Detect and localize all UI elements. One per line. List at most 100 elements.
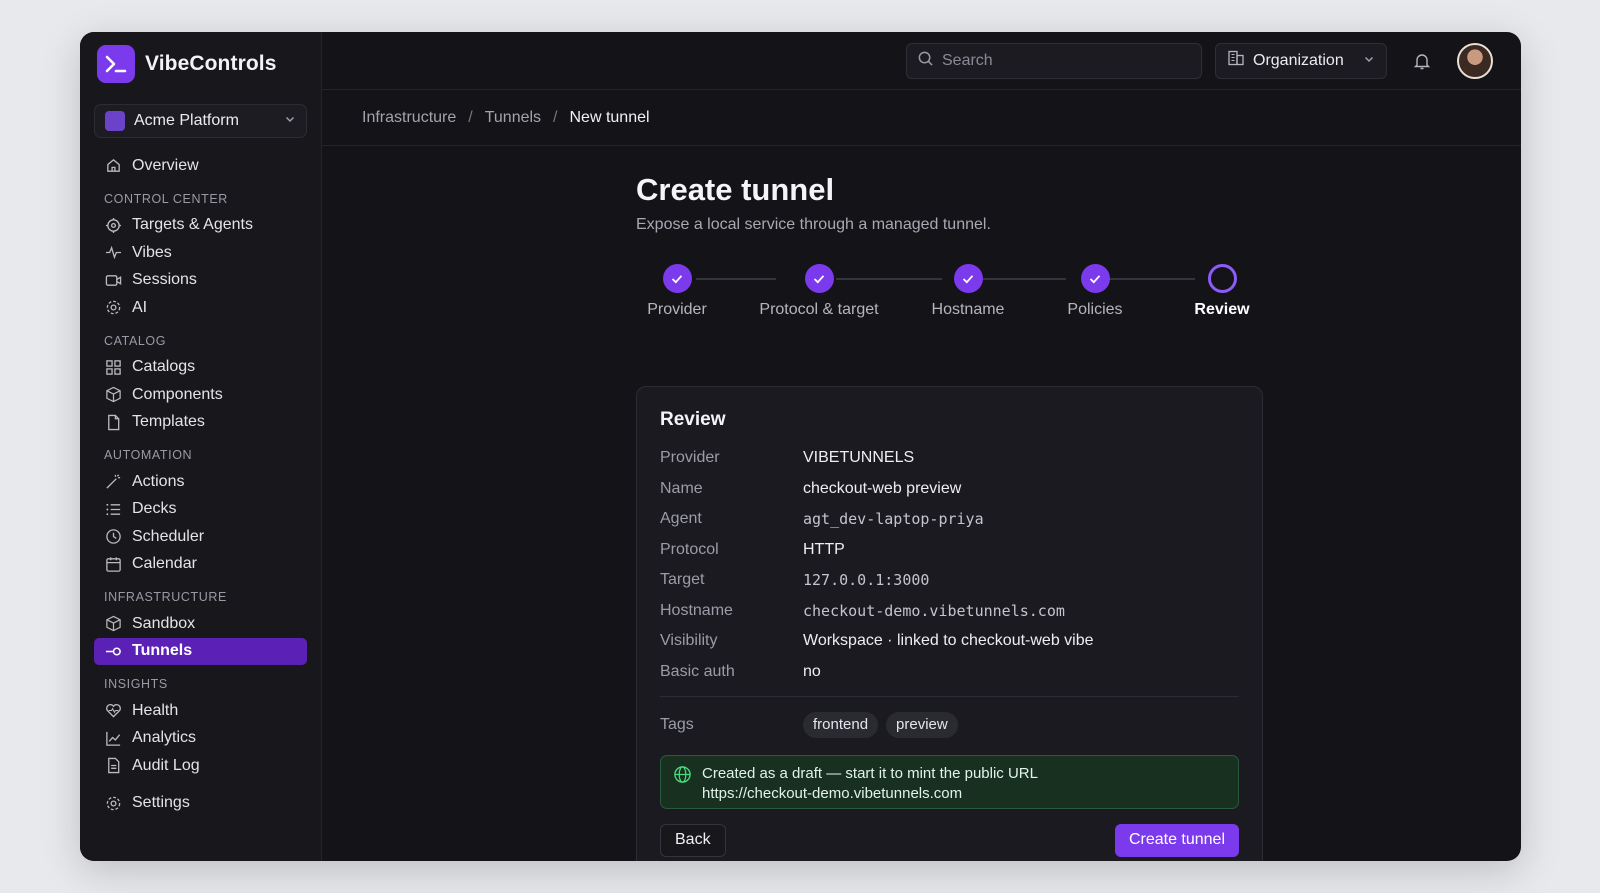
sidebar-item-label: Vibes (132, 243, 172, 261)
check-icon (1080, 264, 1110, 293)
calendar-icon (104, 555, 122, 573)
review-key: Target (660, 571, 705, 589)
sidebar-item-sandbox[interactable]: Sandbox (94, 610, 307, 638)
file-icon (104, 413, 122, 431)
brand[interactable]: VibeControls (94, 32, 307, 96)
box-icon (104, 615, 122, 633)
sidebar-item-catalogs[interactable]: Catalogs (94, 354, 307, 382)
workspace-name: Acme Platform (134, 112, 239, 129)
tag-chip: frontend (803, 712, 879, 739)
page-title: Create tunnel (636, 172, 835, 207)
sidebar-item-label: Sandbox (132, 614, 196, 632)
review-value: HTTP (803, 540, 845, 558)
sidebar-item-ai[interactable]: AI (94, 294, 307, 322)
step-provider[interactable]: Provider (607, 264, 747, 319)
organization-selector[interactable]: Organization (1215, 42, 1387, 79)
sidebar-item-label: Overview (132, 156, 199, 174)
wand-icon (104, 473, 122, 491)
sidebar-item-vibes[interactable]: Vibes (94, 239, 307, 267)
review-key: Basic auth (660, 662, 735, 680)
review-row-visibility: Visibility Workspace · linked to checkou… (660, 626, 1239, 657)
document-icon (104, 757, 122, 775)
review-key: Tags (660, 716, 694, 734)
notice-message: Created as a draft — start it to mint th… (702, 764, 1038, 782)
notifications-bell-icon[interactable] (1411, 50, 1433, 72)
gear-icon (104, 794, 122, 812)
breadcrumb-current: New tunnel (569, 108, 650, 126)
review-value: checkout-web preview (803, 479, 962, 497)
sidebar-item-settings[interactable]: Settings (94, 790, 307, 818)
sidebar-item-label: Calendar (132, 555, 197, 573)
create-tunnel-content: Create tunnel Expose a local service thr… (636, 172, 1263, 861)
sidebar-item-label: Tunnels (132, 642, 193, 660)
sidebar-item-label: Analytics (132, 729, 197, 747)
step-protocol-target[interactable]: Protocol & target (749, 264, 889, 319)
step-hostname[interactable]: Hostname (898, 264, 1038, 319)
sidebar-item-audit-log[interactable]: Audit Log (94, 752, 307, 780)
review-value: no (803, 662, 821, 680)
breadcrumb-separator: / (553, 108, 558, 126)
sidebar-item-templates[interactable]: Templates (94, 409, 307, 437)
search-input[interactable] (942, 51, 1182, 70)
step-review[interactable]: Review (1152, 264, 1292, 319)
step-label: Hostname (931, 301, 1005, 318)
workspace-selector[interactable]: Acme Platform (94, 104, 307, 138)
sidebar-item-targets-agents[interactable]: Targets & Agents (94, 212, 307, 240)
sidebar-item-health[interactable]: Health (94, 697, 307, 725)
review-row-hostname: Hostname checkout-demo.vibetunnels.com (660, 596, 1239, 627)
sidebar: VibeControls Acme Platform Overview CONT… (80, 32, 322, 861)
review-value: 127.0.0.1:3000 (803, 571, 930, 590)
wizard-stepper: Provider Protocol & target Hostname Poli… (636, 264, 1263, 334)
review-card: Review Provider VIBETUNNELS Name checkou… (636, 386, 1263, 861)
review-key: Hostname (660, 601, 733, 619)
breadcrumb-separator: / (468, 108, 473, 126)
sidebar-item-label: Audit Log (132, 756, 200, 774)
sidebar-item-label: Decks (132, 500, 177, 518)
globe-icon (673, 765, 692, 800)
sidebar-item-actions[interactable]: Actions (94, 468, 307, 496)
sidebar-item-analytics[interactable]: Analytics (94, 725, 307, 753)
sidebar-item-overview[interactable]: Overview (94, 152, 307, 180)
check-icon (662, 264, 692, 293)
draft-notice: Created as a draft — start it to mint th… (660, 754, 1239, 809)
review-value: Workspace · linked to checkout-web vibe (803, 632, 1094, 650)
sidebar-item-label: Scheduler (132, 527, 205, 545)
review-row-target: Target 127.0.0.1:3000 (660, 565, 1239, 596)
sidebar-item-decks[interactable]: Decks (94, 496, 307, 524)
user-avatar[interactable] (1457, 42, 1493, 79)
breadcrumb: Infrastructure / Tunnels / New tunnel (322, 90, 1521, 146)
sidebar-item-sessions[interactable]: Sessions (94, 267, 307, 295)
back-button[interactable]: Back (660, 823, 726, 857)
grid-icon (104, 358, 122, 376)
section-label-insights: INSIGHTS (104, 677, 168, 691)
search-icon (917, 50, 934, 72)
review-key: Agent (660, 510, 702, 528)
review-row-basic-auth: Basic auth no (660, 657, 1239, 688)
breadcrumb-infrastructure[interactable]: Infrastructure (362, 109, 456, 127)
review-key: Provider (660, 449, 720, 467)
section-label-catalog: CATALOG (104, 333, 167, 348)
step-policies[interactable]: Policies (1025, 264, 1165, 319)
review-title: Review (660, 409, 726, 430)
search-box[interactable] (906, 42, 1202, 79)
review-row-agent: Agent agt_dev-laptop-priya (660, 504, 1239, 535)
breadcrumb-tunnels[interactable]: Tunnels (485, 109, 541, 127)
tag-list: frontend preview (803, 712, 966, 739)
section-label-automation: AUTOMATION (104, 448, 193, 462)
current-step-ring-icon (1207, 264, 1237, 293)
sidebar-item-tunnels[interactable]: Tunnels (94, 637, 307, 665)
chevron-down-icon (284, 112, 296, 130)
review-row-provider: Provider VIBETUNNELS (660, 443, 1239, 474)
sidebar-item-components[interactable]: Components (94, 381, 307, 409)
review-row-tags: Tags frontend preview (660, 710, 1239, 741)
sidebar-item-scheduler[interactable]: Scheduler (94, 523, 307, 551)
line-chart-icon (104, 729, 122, 747)
chevron-down-icon (1363, 52, 1375, 70)
target-icon (104, 216, 122, 234)
review-key: Name (660, 479, 703, 497)
sidebar-item-calendar[interactable]: Calendar (94, 551, 307, 579)
create-tunnel-button[interactable]: Create tunnel (1114, 823, 1239, 857)
review-value: VIBETUNNELS (803, 449, 915, 467)
sidebar-item-label: Health (132, 701, 179, 719)
check-icon (953, 264, 983, 293)
